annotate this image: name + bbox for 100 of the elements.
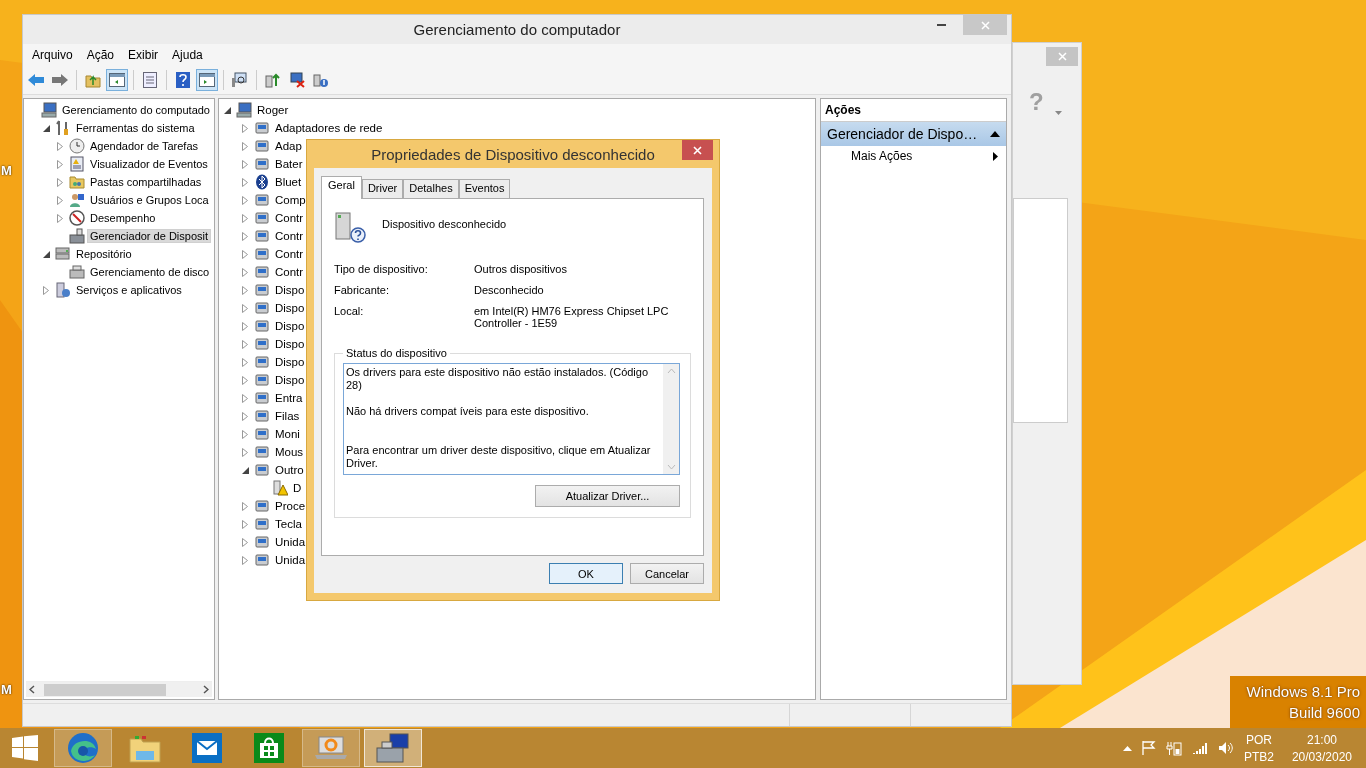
mail-icon [192,733,222,763]
tree-item[interactable]: Unida [272,553,309,567]
collapsed-arrow-icon[interactable] [57,141,63,151]
tree-item[interactable]: Usuários e Grupos Loca [87,193,212,207]
tree-item[interactable]: Desempenho [87,211,159,225]
collapsed-arrow-icon[interactable] [57,159,63,169]
menu-item[interactable]: Exibir [121,48,166,62]
collapsed-arrow-icon[interactable] [242,177,248,187]
collapsed-arrow-icon[interactable] [242,375,248,385]
collapsed-arrow-icon[interactable] [242,213,248,223]
toolbar-button[interactable] [196,69,218,91]
tab[interactable]: Geral [321,176,362,199]
tree-item[interactable]: Roger [254,103,292,117]
ok-button[interactable]: OK [549,563,623,584]
collapsed-arrow-icon[interactable] [242,249,248,259]
device-icon [254,318,270,334]
expanded-arrow-icon[interactable] [223,106,231,114]
tree-item[interactable]: Moni [272,427,303,441]
collapsed-arrow-icon[interactable] [242,339,248,349]
collapsed-arrow-icon[interactable] [242,267,248,277]
action-group-header[interactable]: Gerenciador de Dispo… [821,122,1006,146]
collapsed-arrow-icon[interactable] [242,195,248,205]
tree-item[interactable]: Gerenciamento do computado [59,103,213,117]
disk-icon [69,264,85,280]
tree-item[interactable]: Mous [272,445,307,459]
collapsed-arrow-icon[interactable] [242,159,248,169]
device-name: Dispositivo desconhecido [382,218,507,230]
tree-item[interactable]: Contr [272,211,307,225]
collapsed-arrow-icon[interactable] [242,285,248,295]
tree-item[interactable]: Contr [272,247,307,261]
vertical-scrollbar[interactable] [663,364,679,474]
tree-item[interactable]: Dispo [272,283,308,297]
collapsed-arrow-icon[interactable] [242,429,248,439]
tree-item[interactable]: Outro [272,463,307,477]
tree-item[interactable]: Unida [272,535,309,549]
expanded-arrow-icon[interactable] [42,124,50,132]
tree-item[interactable]: Contr [272,265,307,279]
collapsed-arrow-icon[interactable] [242,447,248,457]
tab[interactable]: Driver [361,179,404,198]
taskbar-button[interactable] [54,729,112,767]
expanded-arrow-icon[interactable] [42,250,50,258]
collapsed-arrow-icon[interactable] [242,357,248,367]
taskbar-button[interactable] [364,729,422,767]
collapsed-arrow-icon[interactable] [242,537,248,547]
tree-item[interactable]: Ferramentas do sistema [73,121,198,135]
tree-item[interactable]: Dispo [272,301,308,315]
tree-item[interactable]: Comp [272,193,309,207]
collapse-caret-icon [990,131,1000,137]
menu-item[interactable]: Ajuda [165,48,210,62]
action-link[interactable]: Mais Ações [851,149,913,163]
collapsed-arrow-icon[interactable] [242,501,248,511]
tree-item[interactable]: Contr [272,229,307,243]
expanded-arrow-icon[interactable] [241,466,249,474]
tree-item[interactable]: Entra [272,391,306,405]
tree-item[interactable]: Gerenciamento de disco [87,265,213,279]
collapsed-arrow-icon[interactable] [242,303,248,313]
tree-item[interactable]: Dispo [272,319,308,333]
device-icon [254,336,270,352]
tree-item[interactable]: D [290,481,305,495]
menu-item[interactable]: Arquivo [25,48,80,62]
collapsed-arrow-icon[interactable] [242,555,248,565]
collapsed-arrow-icon[interactable] [43,285,49,295]
tree-item[interactable]: Bater [272,157,306,171]
collapsed-arrow-icon[interactable] [242,393,248,403]
collapsed-arrow-icon[interactable] [57,213,63,223]
tree-item[interactable]: Bluet [272,175,305,189]
tree-item[interactable]: Proce [272,499,309,513]
tree-item[interactable]: Visualizador de Eventos [87,157,211,171]
horizontal-scrollbar[interactable] [26,681,212,697]
collapsed-arrow-icon[interactable] [57,195,63,205]
tab[interactable]: Eventos [458,179,511,198]
cancel-button[interactable]: Cancelar [630,563,704,584]
tree-item[interactable]: Dispo [272,337,308,351]
collapsed-arrow-icon[interactable] [242,321,248,331]
toolbox-icon [69,228,85,244]
tree-item[interactable]: Adaptadores de rede [272,121,386,135]
tree-item[interactable]: Serviços e aplicativos [73,283,185,297]
close-button[interactable] [1046,47,1078,66]
scrollbar-thumb[interactable] [44,684,166,696]
collapsed-arrow-icon[interactable] [57,177,63,187]
tree-item[interactable]: Gerenciador de Disposit [87,229,211,243]
tree-item[interactable]: Filas [272,409,303,423]
update-driver-button[interactable]: Atualizar Driver... [535,485,680,507]
collapsed-arrow-icon[interactable] [242,519,248,529]
tree-item[interactable]: Repositório [73,247,135,261]
status-text-box[interactable]: Os drivers para este dispositivo não estão instalados. (Código 28) Não há drivers compat íveis para este dispositivo. Para encontrar um driver deste dispositivo, clique em Atualizar Driver. [343,363,680,475]
collapsed-arrow-icon[interactable] [242,141,248,151]
tree-item[interactable]: Tecla [272,517,305,531]
tree-item[interactable]: Adap [272,139,305,153]
tree-item[interactable]: Dispo [272,373,308,387]
tree-item[interactable]: Pastas compartilhadas [87,175,205,189]
tree-item[interactable]: Dispo [272,355,308,369]
menu-item[interactable]: Ação [79,48,122,62]
tree-item[interactable]: Agendador de Tarefas [87,139,202,153]
collapsed-arrow-icon[interactable] [242,411,248,421]
tab[interactable]: Detalhes [403,179,459,198]
close-button[interactable] [682,140,713,160]
collapsed-arrow-icon[interactable] [242,231,248,241]
collapsed-arrow-icon[interactable] [242,123,248,133]
toolbar-button[interactable] [106,69,128,91]
